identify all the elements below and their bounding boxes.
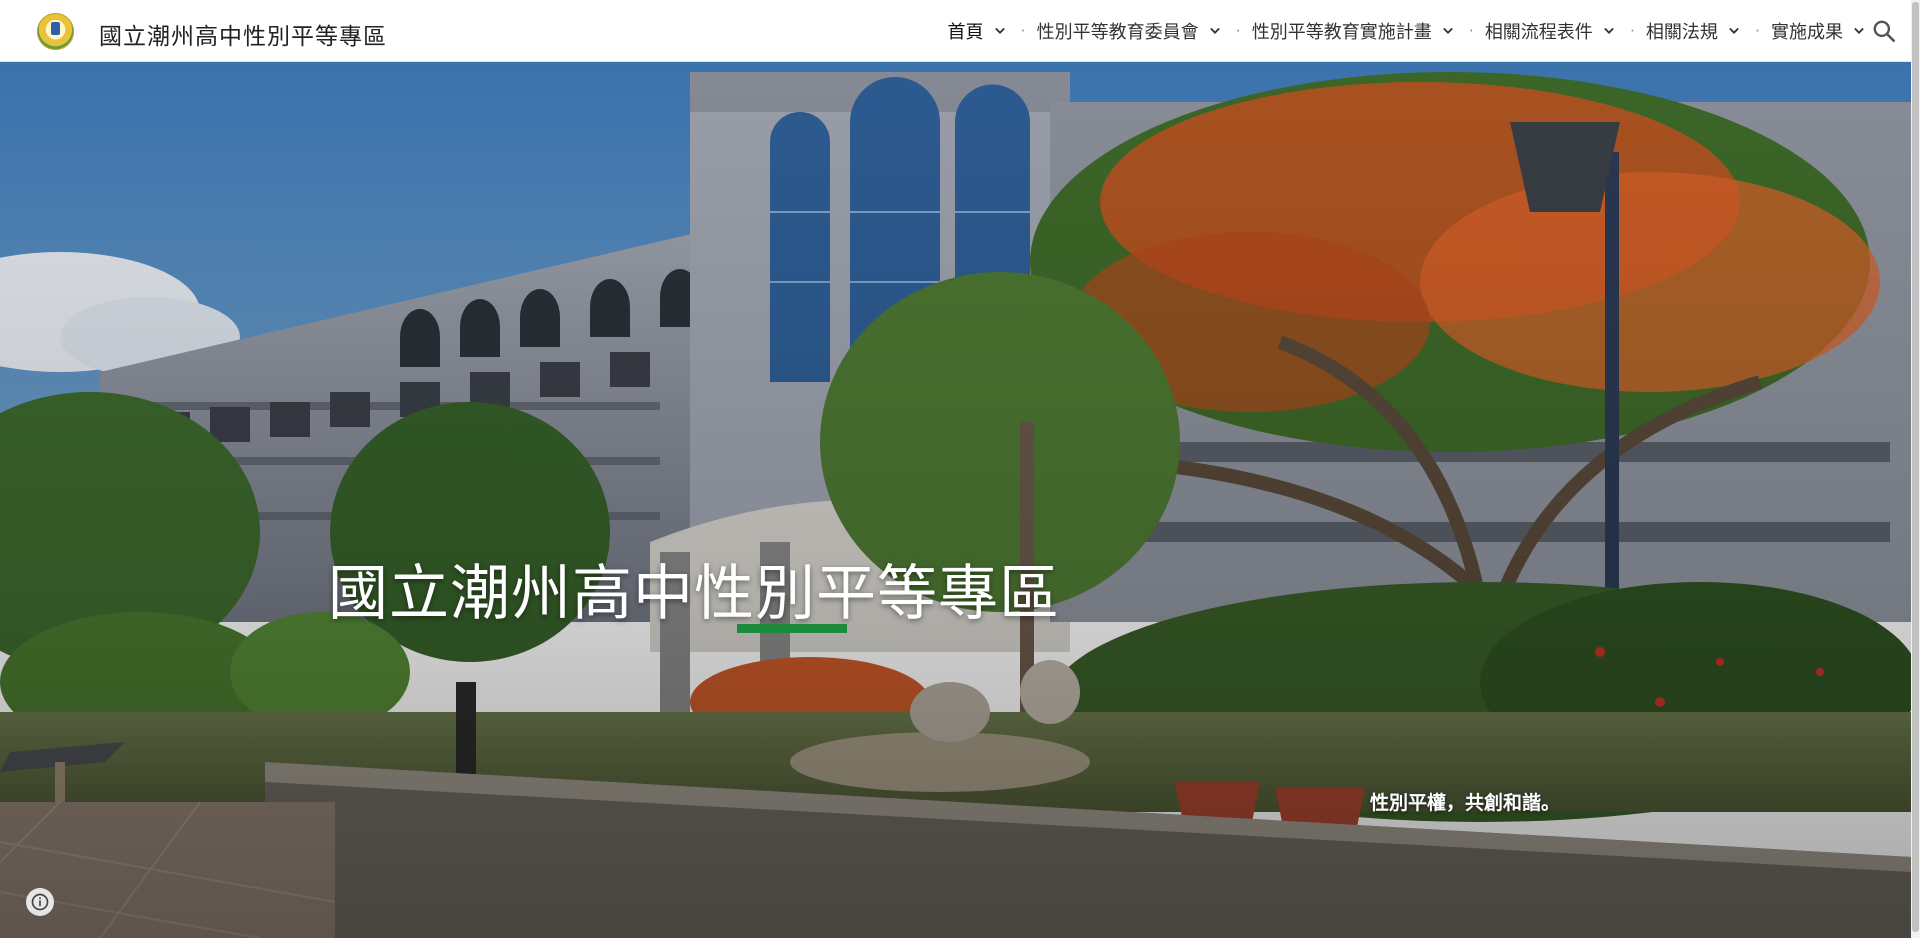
nav-item-home[interactable]: 首頁 (948, 0, 1010, 62)
scrollbar-thumb[interactable] (1912, 2, 1919, 932)
site-header: 國立潮州高中性別平等專區 首頁 · 性別平等教育委員會 · 性別平等教育實施計畫… (0, 0, 1911, 62)
hero-subtitle: 性別平權，共創和諧。 (1370, 792, 1561, 814)
hero-accent-bar (737, 624, 847, 633)
nav-item-label: 實施成果 (1771, 22, 1843, 43)
chevron-down-icon[interactable] (1724, 21, 1744, 41)
main-nav: 首頁 · 性別平等教育委員會 · 性別平等教育實施計畫 · 相關流程表件 · 相… (948, 0, 1869, 62)
school-logo[interactable] (37, 13, 74, 50)
nav-item-results[interactable]: 實施成果 (1771, 0, 1869, 62)
nav-item-label: 相關法規 (1645, 22, 1718, 43)
nav-item-plan[interactable]: 性別平等教育實施計畫 (1252, 0, 1458, 62)
nav-item-label: 首頁 (947, 22, 984, 43)
hero-banner: 國立潮州高中性別平等專區 性別平權，共創和諧。 (0, 62, 1911, 938)
nav-item-label: 性別平等教育委員會 (1036, 22, 1199, 43)
nav-separator: · (1020, 20, 1026, 40)
nav-item-label: 性別平等教育實施計畫 (1251, 22, 1432, 43)
chevron-down-icon[interactable] (1599, 21, 1619, 41)
page-scrollbar[interactable] (1911, 0, 1920, 938)
nav-separator: · (1468, 20, 1474, 40)
nav-separator: · (1754, 20, 1760, 40)
info-icon[interactable] (26, 888, 54, 916)
chevron-down-icon[interactable] (1205, 21, 1225, 41)
nav-item-committee[interactable]: 性別平等教育委員會 (1037, 0, 1225, 62)
nav-item-regulations[interactable]: 相關法規 (1646, 0, 1744, 62)
search-icon[interactable] (1871, 18, 1897, 44)
nav-item-forms[interactable]: 相關流程表件 (1485, 0, 1619, 62)
hero-title: 國立潮州高中性別平等專區 (328, 559, 1060, 629)
chevron-down-icon[interactable] (990, 21, 1010, 41)
site-title[interactable]: 國立潮州高中性別平等專區 (99, 17, 387, 51)
nav-separator: · (1629, 20, 1635, 40)
info-glyph (31, 893, 49, 911)
chevron-down-icon[interactable] (1438, 21, 1458, 41)
chevron-down-icon[interactable] (1849, 21, 1869, 41)
nav-separator: · (1235, 20, 1241, 40)
campus-photo (0, 62, 1911, 938)
nav-item-label: 相關流程表件 (1484, 22, 1593, 43)
